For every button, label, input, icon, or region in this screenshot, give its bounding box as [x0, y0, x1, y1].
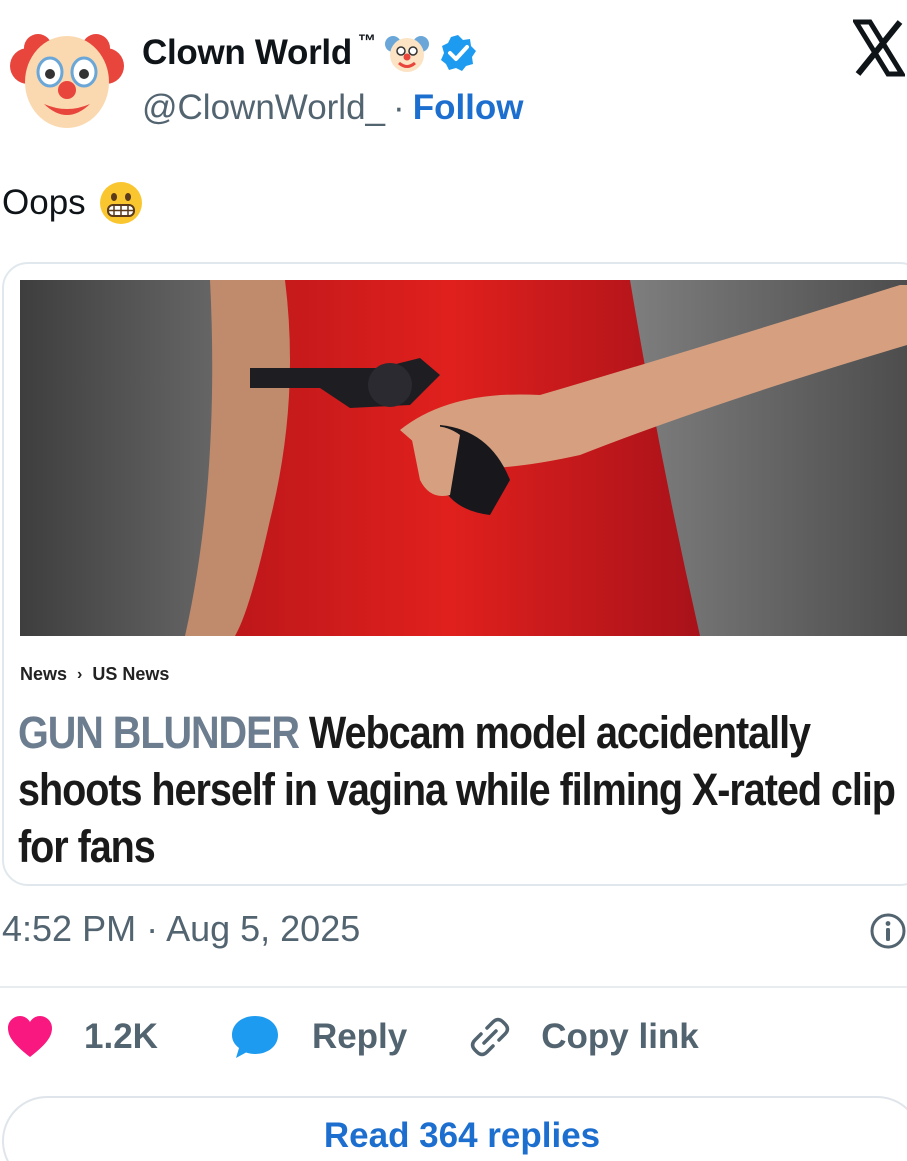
like-count: 1.2K — [84, 1017, 158, 1056]
breadcrumb-news[interactable]: News — [20, 664, 67, 685]
article-photo — [20, 280, 907, 636]
chevron-right-icon: › — [77, 665, 83, 683]
reply-bubble-icon — [231, 1016, 278, 1058]
separator-dot: · — [393, 88, 405, 127]
author-display-name[interactable]: Clown World — [142, 33, 352, 73]
reply-label: Reply — [311, 1017, 408, 1056]
article-headline[interactable]: GUN BLUNDER Webcam model accidentally sh… — [18, 704, 898, 875]
read-replies-label: Read 364 replies — [323, 1116, 601, 1155]
author-handle[interactable]: @ClownWorld_ — [142, 88, 385, 128]
verified-badge-icon — [440, 35, 476, 71]
reply-button[interactable]: Reply — [230, 1014, 407, 1060]
follow-button[interactable]: Follow — [413, 88, 524, 128]
heart-icon — [8, 1016, 52, 1057]
tweet-actions: 1.2K Reply Copy link — [6, 1014, 699, 1060]
like-button[interactable]: 1.2K — [6, 1015, 158, 1059]
breadcrumb-us-news[interactable]: US News — [92, 664, 169, 685]
clown-avatar-icon[interactable] — [8, 24, 126, 134]
copy-link-button[interactable]: Copy link — [467, 1014, 699, 1060]
author-handle-row: @ClownWorld_ · Follow — [142, 88, 524, 128]
x-logo-icon[interactable] — [853, 18, 905, 78]
tweet-text: Oops — [2, 180, 144, 226]
headline-kicker: GUN BLUNDER — [18, 707, 300, 758]
tweet-embed: Clown World ™ @ClownWorld_ · Follow Oops — [0, 0, 907, 1161]
link-preview-card[interactable]: News › US News GUN BLUNDER Webcam model … — [2, 262, 907, 886]
info-icon[interactable] — [869, 912, 907, 950]
divider — [0, 986, 907, 988]
link-icon — [471, 1017, 510, 1057]
clown-face-icon — [384, 36, 429, 72]
breadcrumb: News › US News — [20, 664, 169, 685]
author-name-row: Clown World ™ — [142, 30, 478, 76]
copy-link-label: Copy link — [541, 1017, 699, 1056]
read-replies-button[interactable]: Read 364 replies — [2, 1096, 907, 1161]
trademark-symbol: ™ — [357, 30, 376, 51]
tweet-timestamp[interactable]: 4:52 PM · Aug 5, 2025 — [2, 908, 360, 950]
grimacing-face-icon — [99, 182, 142, 224]
tweet-body: Oops — [2, 183, 86, 222]
